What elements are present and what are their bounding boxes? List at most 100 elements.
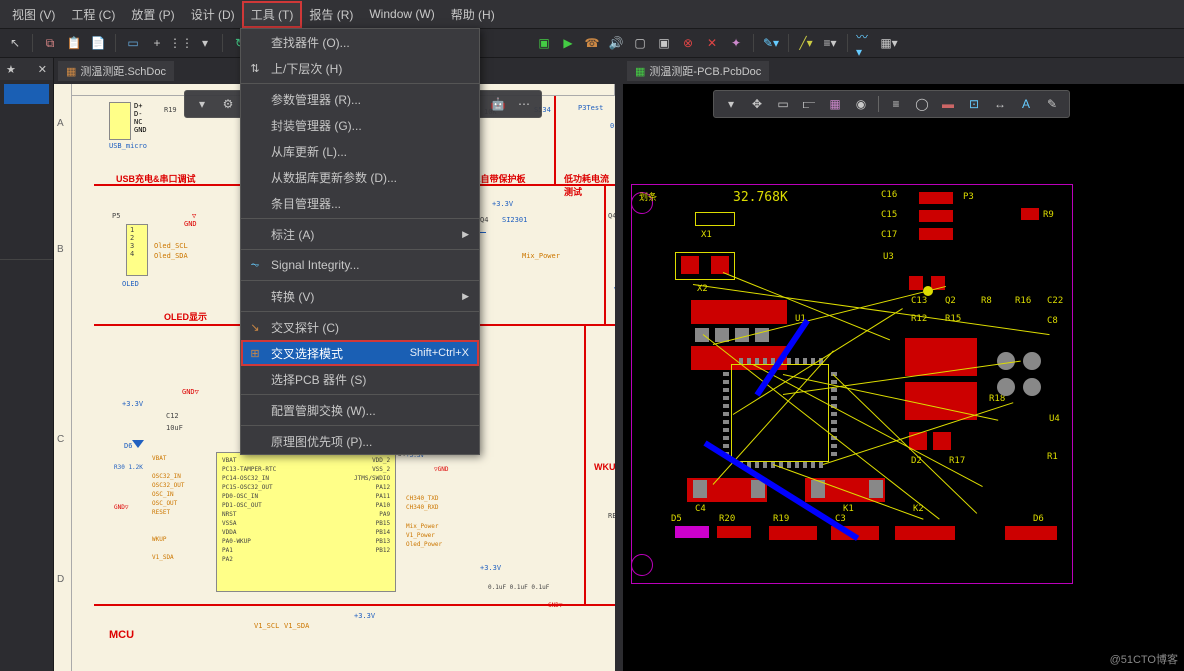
via-icon[interactable]: ◯ (913, 95, 931, 113)
play-icon[interactable]: ▶ (559, 34, 577, 52)
pcb-doc-icon: ▦ (635, 65, 645, 78)
select-icon[interactable]: ▭ (774, 95, 792, 113)
settings-icon[interactable]: ⚙ (219, 95, 237, 113)
menu-footprint-manager[interactable]: 封装管理器 (G)... (241, 112, 479, 138)
submenu-arrow-icon: ▶ (462, 229, 469, 240)
main-toolbar: ↖ ⧉ 📋 📄 ▭ + ⋮⋮ ▾ ↻ ↺ ▣ ▶ ☎ 🔊 ▢ ▣ ⊗ ✕ ✦ ✎… (0, 28, 1184, 58)
align-icon[interactable]: ⫍ (800, 95, 818, 113)
3d-icon[interactable]: ◉ (852, 95, 870, 113)
cross-select-icon: ⊞ (247, 345, 263, 361)
menu-annotate[interactable]: 标注 (A)▶ (241, 221, 479, 247)
menu-tools[interactable]: 工具 (T) (243, 2, 302, 27)
sch-ruler: A B C D (54, 84, 72, 671)
pen-icon[interactable]: ✎ (1043, 95, 1061, 113)
sparkle-icon[interactable]: ✦ (727, 34, 745, 52)
sch-section-wkup: WKUP (594, 462, 615, 472)
sch-section-mcu: MCU (109, 629, 134, 641)
menu-report[interactable]: 报告 (R) (301, 2, 361, 27)
filter-icon[interactable]: ▾ (196, 34, 214, 52)
chip-icon[interactable]: ▦ (826, 95, 844, 113)
filter-icon[interactable]: ▾ (193, 95, 211, 113)
more-icon[interactable]: ⋯ (515, 95, 533, 113)
plus-icon[interactable]: + (148, 34, 166, 52)
menu-select-pcb-component[interactable]: 选择PCB 器件 (S) (241, 366, 479, 392)
menu-view[interactable]: 视图 (V) (4, 2, 63, 27)
menu-place[interactable]: 放置 (P) (123, 2, 182, 27)
menu-item-manager[interactable]: 条目管理器... (241, 190, 479, 216)
list-icon[interactable]: ≡▾ (821, 34, 839, 52)
menu-find-component[interactable]: 查找器件 (O)... (241, 29, 479, 55)
move-icon[interactable]: ✥ (748, 95, 766, 113)
rect-icon[interactable]: ▭ (124, 34, 142, 52)
menu-update-params-db[interactable]: 从数据库更新参数 (D)... (241, 164, 479, 190)
si-icon: ⏦ (247, 257, 263, 273)
menu-pin-swap[interactable]: 配置管脚交换 (W)... (241, 397, 479, 423)
probe-icon: ↘ (247, 319, 263, 335)
grid-icon[interactable]: ▦▾ (880, 34, 898, 52)
wave-icon[interactable]: 〰▾ (856, 34, 874, 52)
phone-icon[interactable]: ☎ (583, 34, 601, 52)
menu-hierarchy[interactable]: ⇅上/下层次 (H) (241, 55, 479, 81)
box2-icon[interactable]: ▣ (655, 34, 673, 52)
sch-floating-toolbar: ▾ ⚙ (184, 90, 246, 118)
text-icon[interactable]: A (1017, 95, 1035, 113)
copy-icon[interactable]: ⧉ (41, 34, 59, 52)
green1-icon[interactable]: ▣ (535, 34, 553, 52)
paste-icon[interactable]: 📋 (65, 34, 83, 52)
sound-icon[interactable]: 🔊 (607, 34, 625, 52)
dim-icon[interactable]: ↔ (991, 95, 1009, 113)
menu-window[interactable]: Window (W) (361, 3, 442, 25)
sch-section-lp: 低功耗电流测试 (564, 172, 615, 198)
menu-param-manager[interactable]: 参数管理器 (R)... (241, 86, 479, 112)
submenu-arrow-icon: ▶ (462, 291, 469, 302)
panel-item-selected[interactable] (4, 84, 49, 104)
dots-icon[interactable]: ⋮⋮ (172, 34, 190, 52)
panel-tab[interactable]: ★ ✕ (0, 58, 53, 80)
box-icon[interactable]: ▢ (631, 34, 649, 52)
menu-help[interactable]: 帮助 (H) (443, 2, 503, 27)
drc-icon[interactable]: ⊡ (965, 95, 983, 113)
sch-doc-tab[interactable]: ▦ 测温测距.SchDoc (58, 61, 174, 81)
pcb-canvas[interactable]: ▾ ✥ ▭ ⫍ ▦ ◉ ≡ ◯ ▬ ⊡ ↔ A ✎ 32.768K 划条 (623, 84, 1184, 671)
layer-icon[interactable]: ≡ (887, 95, 905, 113)
menu-project[interactable]: 工程 (C) (63, 2, 123, 27)
panel-list (0, 80, 53, 260)
menu-schematic-prefs[interactable]: 原理图优先项 (P)... (241, 428, 479, 454)
pcb-editor: ▦ 测温测距-PCB.PcbDoc ▾ ✥ ▭ ⫍ ▦ ◉ ≡ ◯ ▬ ⊡ ↔ … (623, 58, 1184, 671)
watermark: @51CTO博客 (1110, 651, 1178, 667)
menu-design[interactable]: 设计 (D) (183, 2, 243, 27)
close-icon[interactable]: ✕ (703, 34, 721, 52)
pcb-doc-tab[interactable]: ▦ 测温测距-PCB.PcbDoc (627, 61, 769, 81)
panel-close-icon[interactable]: ✕ (38, 63, 47, 76)
workspace: ★ ✕ ▦ 测温测距.SchDoc A B C D 1 (0, 58, 1184, 671)
menu-cross-select-mode[interactable]: ⊞交叉选择模式Shift+Ctrl+X (241, 340, 479, 366)
splitter[interactable] (615, 58, 623, 671)
sch-usb-conn (109, 102, 131, 140)
left-panel: ★ ✕ (0, 58, 54, 671)
menu-convert[interactable]: 转换 (V)▶ (241, 283, 479, 309)
menubar: 视图 (V) 工程 (C) 放置 (P) 设计 (D) 工具 (T) 报告 (R… (0, 0, 1184, 28)
pcb-doc-label: 测温测距-PCB.PcbDoc (649, 63, 761, 79)
sch-section-oled: OLED显示 (164, 310, 207, 323)
pcb-tab-bar: ▦ 测温测距-PCB.PcbDoc (623, 58, 1184, 84)
shortcut-label: Shift+Ctrl+X (410, 347, 469, 359)
paste2-icon[interactable]: 📄 (89, 34, 107, 52)
pcb-crystal-label: 32.768K (733, 190, 788, 205)
pen-icon[interactable]: ✎▾ (762, 34, 780, 52)
poly-icon[interactable]: ▬ (939, 95, 957, 113)
filter-icon[interactable]: ▾ (722, 95, 740, 113)
sch-section-usb: USB充电&串口调试 (116, 172, 196, 185)
menu-signal-integrity[interactable]: ⏦Signal Integrity... (241, 252, 479, 278)
line-icon[interactable]: ╱▾ (797, 34, 815, 52)
menu-update-from-lib[interactable]: 从库更新 (L)... (241, 138, 479, 164)
cursor-icon[interactable]: ↖ (6, 34, 24, 52)
tools-dropdown: 查找器件 (O)... ⇅上/下层次 (H) 参数管理器 (R)... 封装管理… (240, 28, 480, 455)
pcb-floating-toolbar: ▾ ✥ ▭ ⫍ ▦ ◉ ≡ ◯ ▬ ⊡ ↔ A ✎ (713, 90, 1070, 118)
menu-cross-probe[interactable]: ↘交叉探针 (C) (241, 314, 479, 340)
stop-icon[interactable]: ⊗ (679, 34, 697, 52)
star-icon: ★ (6, 63, 16, 76)
sch-doc-label: 测温测距.SchDoc (80, 63, 166, 79)
sch-doc-icon: ▦ (66, 65, 76, 78)
ai-icon[interactable]: 🤖 (489, 95, 507, 113)
hierarchy-icon: ⇅ (247, 60, 263, 76)
